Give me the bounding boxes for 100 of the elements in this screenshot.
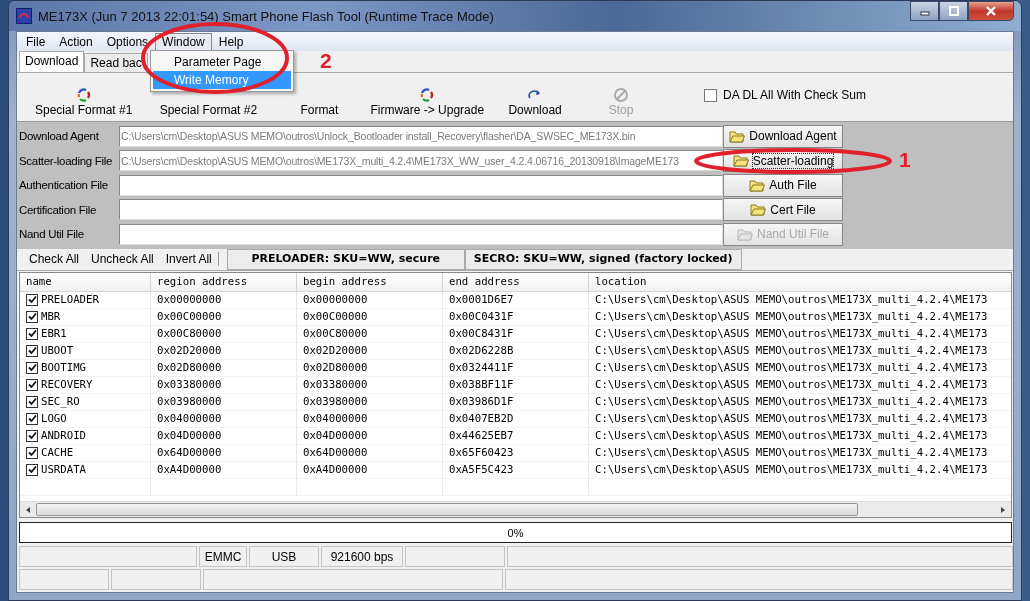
table-cell: C:\Users\cm\Desktop\ASUS MEMO\outros\ME173X_multi_4.2.4\ME173 [588,427,1011,444]
table-cell: 0x65F60423 [442,444,589,461]
maximize-icon [948,6,959,16]
status-cell: EMMC [199,546,247,567]
column-header[interactable]: begin address [296,272,443,291]
close-button[interactable] [968,1,1014,21]
tab[interactable]: Download [19,51,85,72]
tab[interactable]: Read bac [84,53,148,72]
menu-item[interactable]: Help [211,32,251,51]
scroll-thumb[interactable] [36,503,858,516]
toolbar-button[interactable]: Format [276,86,363,117]
table-cell: 0x00000000 [150,291,297,308]
table-cell: 0xA4D00000 [296,461,443,478]
table-cell: 0x44625EB7 [442,427,589,444]
info-label: PRELOADER: SKU=WW, secure [226,248,465,270]
table-cell: 0x02D6228B [442,342,589,359]
table-cell: 0x0001D6E7 [442,291,589,308]
table-cell: USRDATA [41,463,87,477]
column-header[interactable]: region address [150,272,297,291]
folder-icon [729,129,746,143]
checkbox[interactable] [26,310,38,323]
table-cell: 0x00C80000 [150,325,297,342]
folder-icon [750,203,767,217]
table-cell: 0x0324411F [442,359,589,376]
check-button[interactable]: Uncheck All [85,252,160,266]
checkbox-label: DA DL All With Check Sum [723,88,867,102]
checkbox[interactable] [26,361,38,374]
field-label: Certification File [19,203,98,216]
table-cell: C:\Users\cm\Desktop\ASUS MEMO\outros\ME173X_multi_4.2.4\ME173 [588,325,1011,342]
table-cell: C:\Users\cm\Desktop\ASUS MEMO\outros\ME173X_multi_4.2.4\ME173 [588,393,1011,410]
path-field[interactable]: C:\Users\cm\Desktop\ASUS MEMO\outros\Unlock_Bootloader install_Recovery\flasher\DA_SWSEC_ME173X.bin [119,125,723,147]
table-cell: 0xA5F5C423 [442,461,589,478]
table-cell: 0x03980000 [296,393,443,410]
menu-item[interactable]: Action [52,32,100,51]
cycle-icon [419,86,436,103]
column-header[interactable]: name [20,272,151,291]
menu-item[interactable]: Parameter Page [153,53,291,71]
checkbox[interactable] [704,88,718,102]
checkbox[interactable] [26,446,38,459]
info-label: SECRO: SKU=WW, signed (factory locked) [464,248,742,270]
progress-label: 0% [507,526,524,539]
app-icon [16,8,32,24]
menu-item[interactable]: File [19,32,53,51]
table-cell: 0x03380000 [150,376,297,393]
table-cell: 0x02D80000 [150,359,297,376]
table-cell: ANDROID [41,429,87,443]
table-cell: 0x04000000 [296,410,443,427]
path-field[interactable] [119,199,723,221]
table-cell: C:\Users\cm\Desktop\ASUS MEMO\outros\ME173X_multi_4.2.4\ME173 [588,444,1011,461]
browse-button[interactable]: Auth File [723,173,843,197]
table-cell: C:\Users\cm\Desktop\ASUS MEMO\outros\ME173X_multi_4.2.4\ME173 [588,308,1011,325]
browse-button[interactable]: Download Agent [723,124,843,148]
field-label: Authentication File [19,179,109,192]
field-label: Scatter-loading File [19,154,114,167]
toolbar-button[interactable]: Firmware -> Upgrade [362,86,493,117]
table-cell: 0x00C8431F [442,325,589,342]
checkbox[interactable] [26,293,38,306]
column-header[interactable]: location [588,272,1011,291]
menu-item[interactable]: Window [155,32,212,51]
folder-icon [737,227,753,241]
table-cell: 0x04000000 [150,410,297,427]
table-cell: 0xA4D00000 [150,461,297,478]
table-cell: 0x02D20000 [296,342,443,359]
annotation-number: 1 [899,148,911,172]
table-cell: 0x03986D1F [442,393,589,410]
checkbox[interactable] [26,429,38,442]
check-button[interactable]: Check All [23,252,86,266]
path-field[interactable]: C:\Users\cm\Desktop\ASUS MEMO\outros\ME173X_multi_4.2.4\ME173X_WW_user_4.2.4.06716_20130918\ImageME173 [119,150,723,172]
table-cell: 0x02D20000 [150,342,297,359]
minimize-button[interactable] [910,1,939,21]
checkbox[interactable] [26,395,38,408]
path-field[interactable] [119,223,723,245]
close-icon [985,6,997,16]
table-cell: LOGO [41,412,67,426]
table-cell: 0x02D80000 [296,359,443,376]
horizontal-scrollbar[interactable] [20,501,1011,517]
folder-icon [749,178,766,192]
table-cell: 0x64D00000 [150,444,297,461]
checkbox[interactable] [26,327,38,340]
table-cell: 0x04D00000 [296,427,443,444]
table-cell: 0x00C0431F [442,308,589,325]
checkbox[interactable] [26,463,38,476]
column-header[interactable]: end address [442,272,589,291]
check-button[interactable]: Invert All [159,252,219,266]
checkbox[interactable] [26,412,38,425]
window-title: ME173X (Jun 7 2013 22:01:54) Smart Phone Flash Tool (Runtime Trace Mode) [38,8,495,24]
path-field[interactable] [119,174,723,196]
checkbox[interactable] [26,378,38,391]
toolbar-button[interactable]: Special Format #1 [27,86,141,117]
table-cell: CACHE [41,446,74,460]
table-cell: BOOTIMG [41,361,87,375]
menu-item[interactable]: Options [99,32,156,51]
browse-button[interactable]: Cert File [723,198,843,222]
status-cell: 921600 bps [321,546,403,567]
left-arrow-icon [24,505,32,514]
annotation-number: 2 [320,49,332,73]
maximize-button[interactable] [939,1,968,21]
checkbox[interactable] [26,344,38,357]
table-cell: C:\Users\cm\Desktop\ASUS MEMO\outros\ME173X_multi_4.2.4\ME173 [588,342,1011,359]
toolbar-button[interactable]: Download [492,86,579,117]
